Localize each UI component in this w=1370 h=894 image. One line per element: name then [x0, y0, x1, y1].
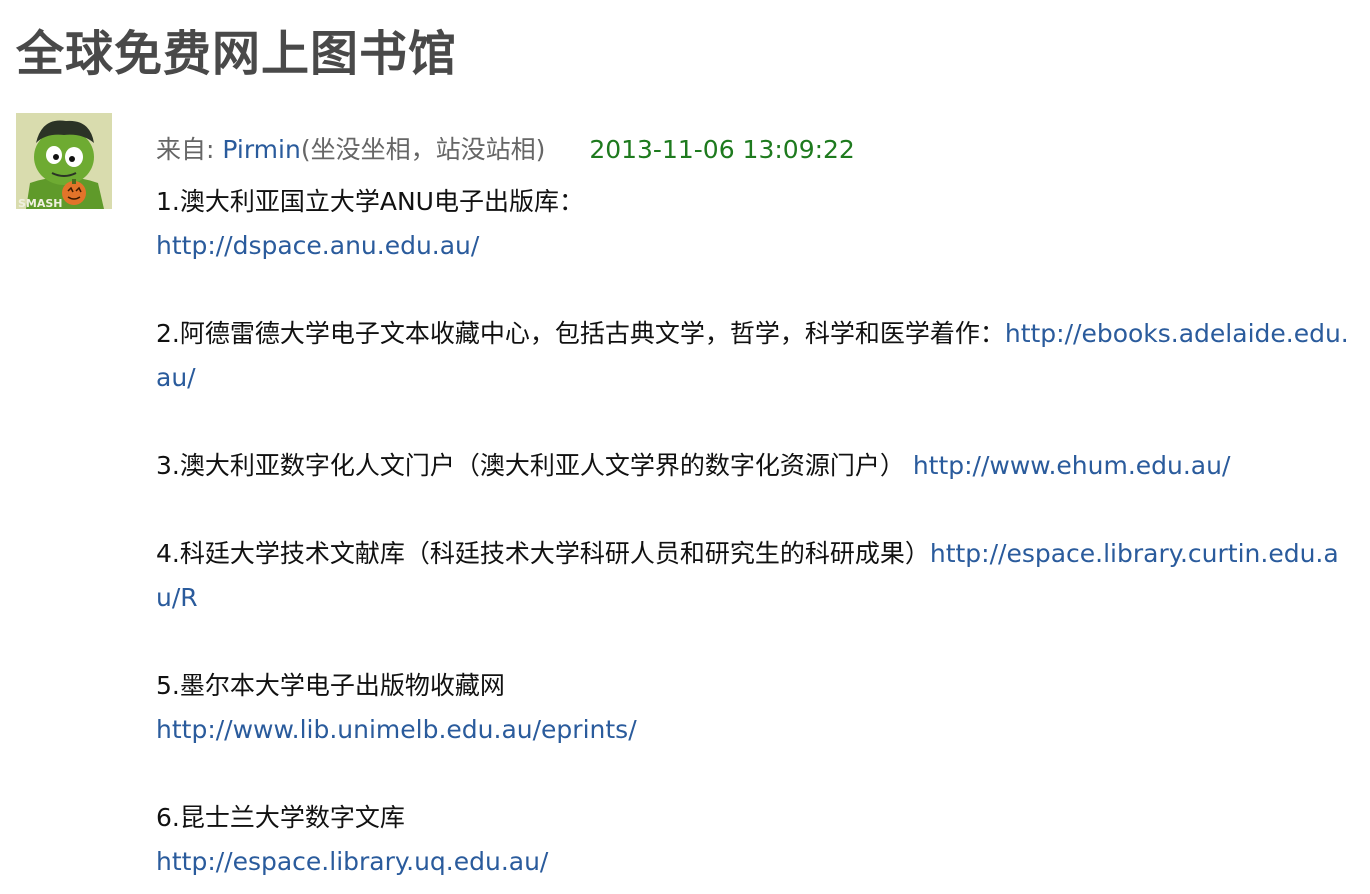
post-timestamp: 2013-11-06 13:09:22 — [589, 135, 855, 164]
page-title: 全球免费网上图书馆 — [16, 26, 458, 82]
avatar[interactable]: SMASH — [16, 113, 112, 209]
item-link[interactable]: http://dspace.anu.edu.au/ — [156, 231, 479, 260]
post: 来自: Pirmin(坐没坐相，站没站相) 2013-11-06 13:09:2… — [156, 128, 1356, 884]
item-description: 1.澳大利亚国立大学ANU电子出版库： — [156, 187, 584, 216]
avatar-badge: SMASH — [18, 197, 63, 209]
list-item: 3.澳大利亚数字化人文门户（澳大利亚人文学界的数字化资源门户） http://w… — [156, 444, 1356, 488]
list-item: 5.墨尔本大学电子出版物收藏网 http://www.lib.unimelb.e… — [156, 664, 1356, 752]
list-item: 2.阿德雷德大学电子文本收藏中心，包括古典文学，哲学，科学和医学着作：http:… — [156, 312, 1356, 400]
post-meta: 来自: Pirmin(坐没坐相，站没站相) 2013-11-06 13:09:2… — [156, 128, 1356, 172]
item-description: 2.阿德雷德大学电子文本收藏中心，包括古典文学，哲学，科学和医学着作： — [156, 319, 1005, 348]
item-link[interactable]: http://www.lib.unimelb.edu.au/eprints/ — [156, 715, 637, 744]
author-signature: (坐没坐相，站没站相) — [300, 135, 546, 164]
item-description: 4.科廷大学技术文献库（科廷技术大学科研人员和研究生的科研成果） — [156, 539, 930, 568]
item-description: 6.昆士兰大学数字文库 — [156, 803, 405, 832]
item-link[interactable]: http://www.ehum.edu.au/ — [913, 451, 1231, 480]
item-description: 3.澳大利亚数字化人文门户（澳大利亚人文学界的数字化资源门户） — [156, 451, 913, 480]
list-item: 1.澳大利亚国立大学ANU电子出版库： http://dspace.anu.ed… — [156, 180, 1356, 268]
item-link[interactable]: http://espace.library.uq.edu.au/ — [156, 847, 548, 876]
list-item: 4.科廷大学技术文献库（科廷技术大学科研人员和研究生的科研成果）http://e… — [156, 532, 1356, 620]
item-description: 5.墨尔本大学电子出版物收藏网 — [156, 671, 505, 700]
author-link[interactable]: Pirmin — [222, 135, 300, 164]
from-label: 来自: — [156, 135, 223, 164]
hulk-cartoon-avatar-icon: SMASH — [16, 113, 112, 209]
list-item: 6.昆士兰大学数字文库 http://espace.library.uq.edu… — [156, 796, 1356, 884]
